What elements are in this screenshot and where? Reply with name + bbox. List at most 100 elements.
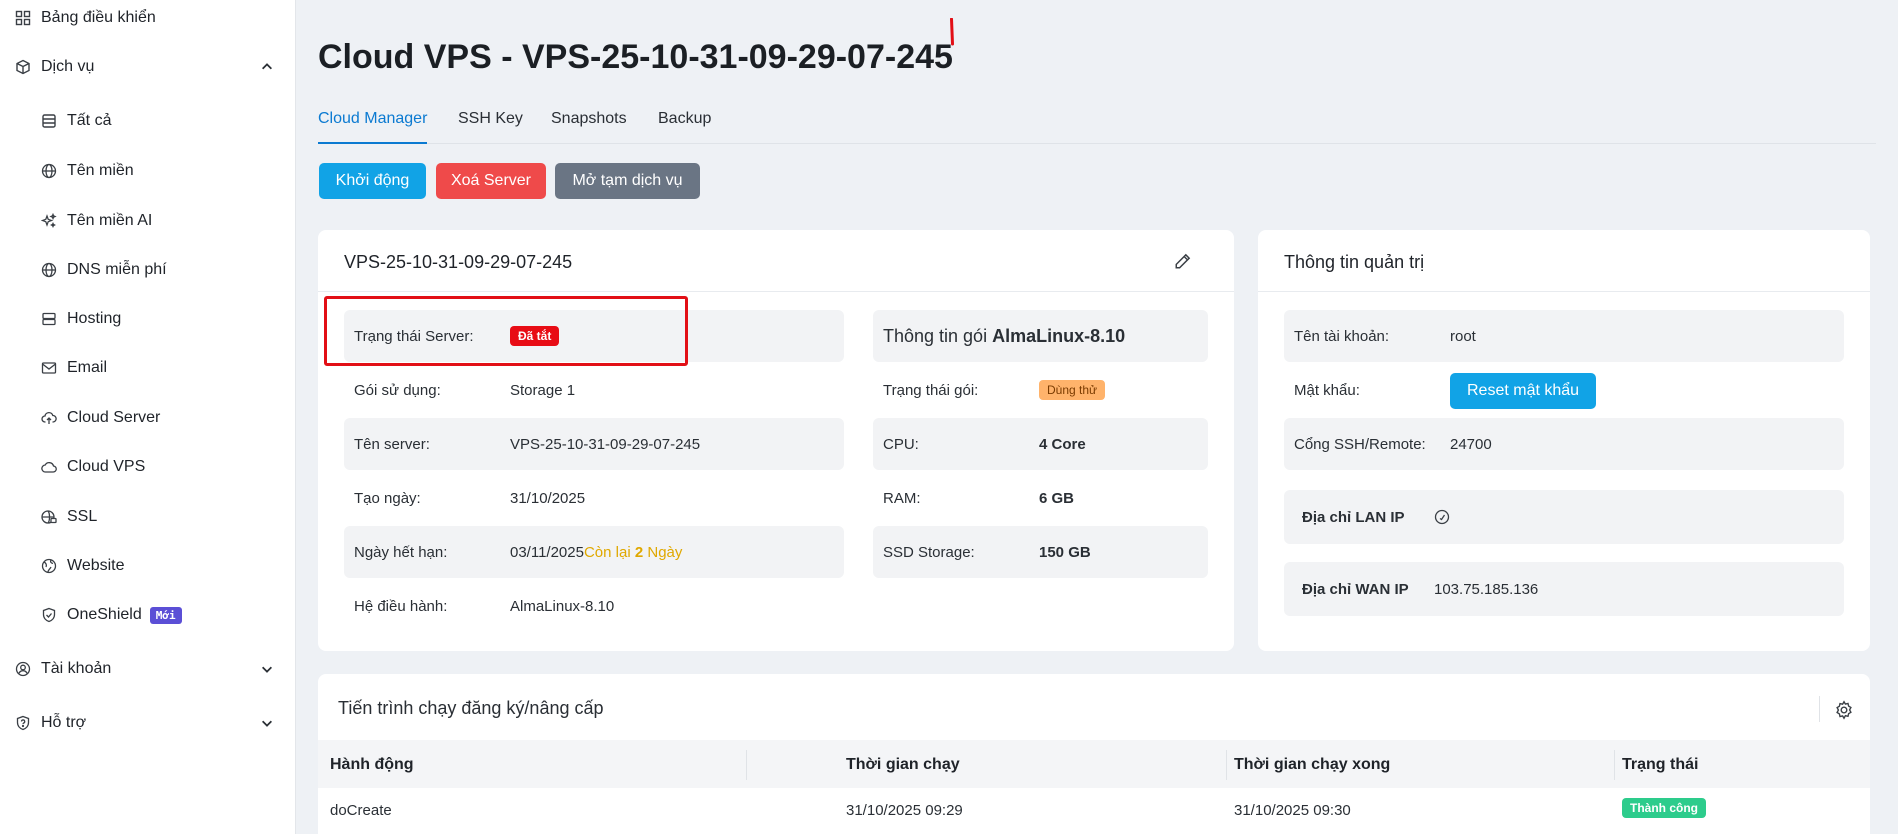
sidebar-item-dashboard[interactable]: Bảng điều khiển [14,3,275,33]
lan-ip-row: Địa chỉ LAN IP [1284,490,1844,544]
box-icon [14,58,32,76]
package-title: Thông tin gói AlmaLinux-8.10 [883,326,1125,347]
expire-row: Ngày hết hạn: 03/11/2025Còn lại 2 Ngày [344,526,844,578]
main-content: Cloud VPS - VPS-25-10-31-09-29-07-245 Cl… [296,0,1898,834]
remaining-days: 2 [634,543,644,561]
ram-label: RAM: [883,489,921,507]
cloud-upload-icon [40,409,58,427]
status-badge: Đã tắt [510,326,560,346]
reset-password-button[interactable]: Reset mật khẩu [1450,373,1597,409]
dashboard-icon [14,9,32,27]
wan-ip-value: 103.75.185.136 [1434,580,1539,598]
package-status-row: Trạng thái gói: Dùng thử [873,364,1208,416]
ram-value: 6 GB [1039,489,1075,507]
expire-date: 03/11/2025 [510,543,584,561]
shield-question-icon [14,714,32,732]
process-card-title: Tiến trình chạy đăng ký/nâng cấp [338,698,604,718]
mail-icon [40,359,58,377]
ssd-label: SSD Storage: [883,543,975,561]
sidebar-item-label: Tên miền AI [67,212,153,229]
sidebar-item-label: Cloud VPS [67,458,146,475]
settings-gear-icon[interactable] [1834,700,1854,720]
chevron-down-icon[interactable] [259,661,275,677]
sidebar-item-ai-domains[interactable]: Tên miền AI [40,206,275,236]
package-title-prefix: Thông tin gói [883,325,988,346]
column-separator [1226,750,1227,780]
world-icon [40,557,58,575]
sidebar-item-label: Cloud Server [67,409,161,426]
sidebar-item-email[interactable]: Email [40,353,275,383]
sidebar-item-label: DNS miễn phí [67,261,167,278]
package-status-badge: Dùng thử [1039,380,1106,400]
sidebar-item-free-dns[interactable]: DNS miễn phí [40,255,275,285]
cpu-row: CPU: 4 Core [873,418,1208,470]
sidebar-item-account[interactable]: Tài khoản [14,654,275,684]
created-row: Tạo ngày: 31/10/2025 [344,472,844,524]
start-button[interactable]: Khởi động [319,163,426,199]
column-header-status: Trạng thái [1622,756,1699,773]
column-separator [746,750,747,780]
cell-start-time: 31/10/2025 09:29 [846,802,963,819]
globe-icon [40,162,58,180]
globe-icon [40,261,58,279]
sidebar-item-all[interactable]: Tất cả [40,106,275,136]
sidebar-item-label: Hỗ trợ [41,714,87,731]
plan-label: Gói sử dụng: [354,381,441,399]
created-value: 31/10/2025 [510,489,586,507]
tab-cloud-manager[interactable]: Cloud Manager [318,110,428,144]
unlock-service-button[interactable]: Mở tạm dịch vụ [555,163,700,199]
chevron-down-icon[interactable] [259,715,275,731]
sidebar-item-cloud-vps[interactable]: Cloud VPS [40,452,275,482]
card-header: Thông tin quản trị [1258,230,1870,292]
divider [1819,696,1820,722]
sidebar-item-oneshield[interactable]: OneShield Mới [40,600,275,630]
password-row: Mật khẩu: Reset mật khẩu [1284,364,1844,416]
server-name-value: VPS-25-10-31-09-29-07-245 [510,435,701,453]
shield-check-icon [40,606,58,624]
edit-icon[interactable] [1174,252,1192,270]
wan-ip-row: Địa chỉ WAN IP 103.75.185.136 [1284,562,1844,616]
plan-row: Gói sử dụng: Storage 1 [344,364,844,416]
refresh-icon[interactable] [1434,509,1450,525]
sidebar-item-hosting[interactable]: Hosting [40,304,275,334]
list-icon [40,112,58,130]
sidebar-item-label: Tên miền [67,162,134,179]
os-label: Hệ điều hành: [354,597,448,615]
tab-snapshots[interactable]: Snapshots [551,110,627,142]
tab-backup[interactable]: Backup [658,110,711,142]
created-label: Tạo ngày: [354,489,421,507]
sidebar-item-cloud-server[interactable]: Cloud Server [40,403,275,433]
sidebar-item-domains[interactable]: Tên miền [40,156,275,186]
ssh-value: 24700 [1450,435,1492,453]
user-circle-icon [14,660,32,678]
server-status-row: Trạng thái Server: Đã tắt [344,310,844,362]
sidebar-item-label: Website [67,557,125,574]
tab-ssh-key[interactable]: SSH Key [458,110,523,142]
column-header-start-time: Thời gian chạy [846,756,960,773]
sidebar-item-label: Tài khoản [41,660,112,677]
sidebar-item-label: Email [67,359,108,376]
password-label: Mật khẩu: [1294,381,1360,399]
cell-action: doCreate [330,802,392,819]
ssh-label: Cổng SSH/Remote: [1294,435,1426,453]
sparkles-icon [40,212,58,230]
delete-server-button[interactable]: Xoá Server [436,163,546,199]
sidebar-item-services[interactable]: Dịch vụ [14,52,275,82]
cell-end-time: 31/10/2025 09:30 [1234,802,1351,819]
chevron-up-icon[interactable] [259,59,275,75]
cloud-icon [40,458,58,476]
account-row: Tên tài khoản: root [1284,310,1844,362]
sidebar-item-label: Tất cả [67,112,112,129]
package-status-value: Dùng thử [1039,380,1106,400]
sidebar-item-website[interactable]: Website [40,551,275,581]
sidebar-item-ssl[interactable]: SSL [40,502,275,532]
server-icon [40,310,58,328]
sidebar: Bảng điều khiển Dịch vụ Tất cả Tên miền … [0,0,296,834]
server-name-label: Tên server: [354,435,430,453]
success-badge: Thành công [1622,798,1706,818]
plan-value: Storage 1 [510,381,576,399]
os-value: AlmaLinux-8.10 [510,597,615,615]
sidebar-item-support[interactable]: Hỗ trợ [14,708,275,738]
cell-status: Thành công [1622,798,1706,818]
server-name-heading: VPS-25-10-31-09-29-07-245 [344,252,573,272]
